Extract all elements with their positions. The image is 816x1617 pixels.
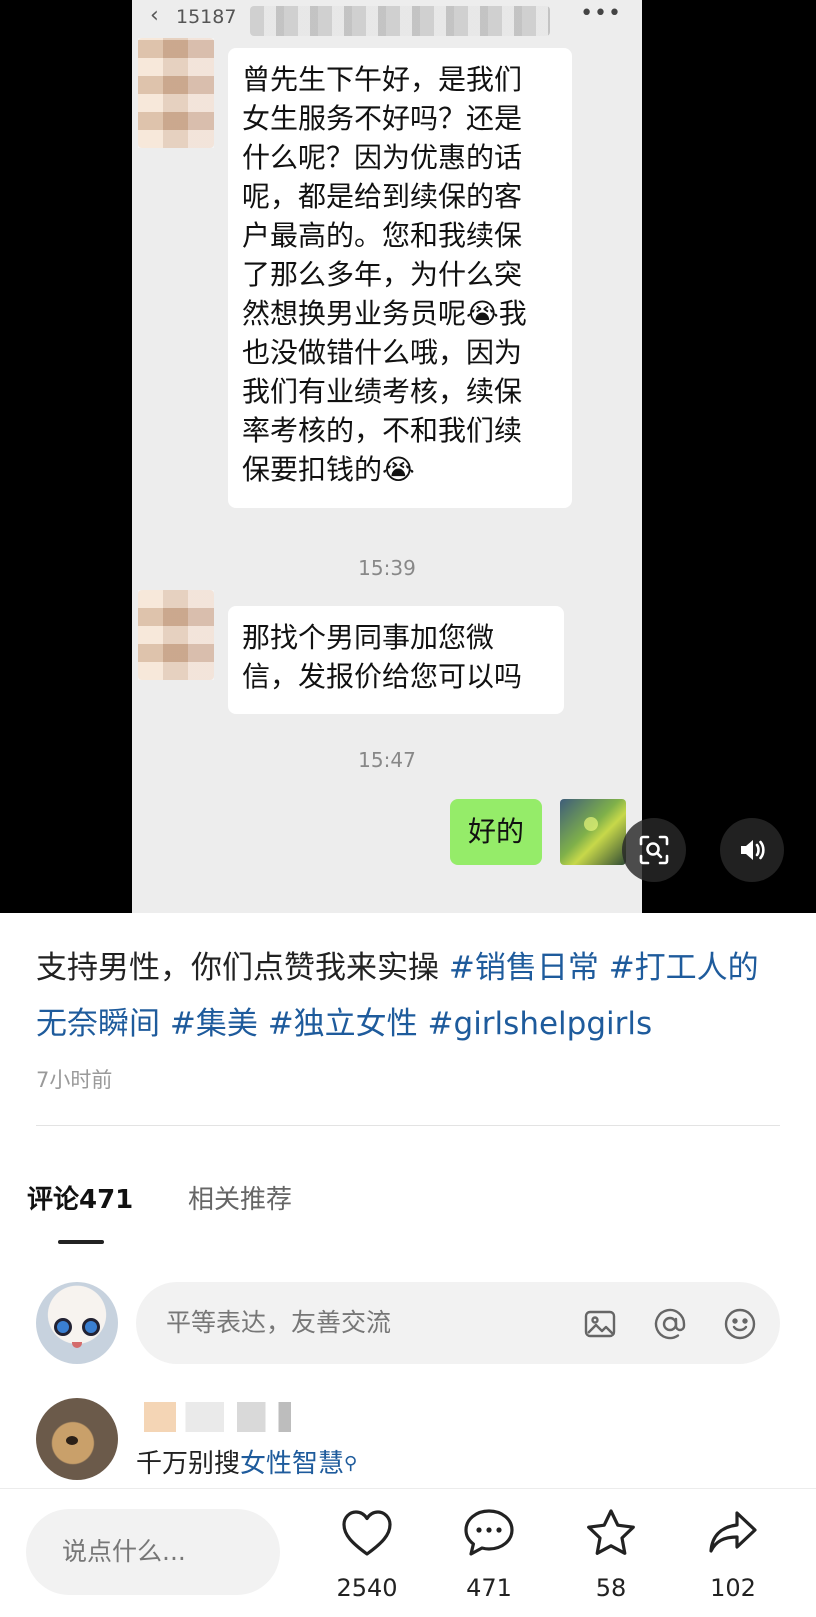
hashtag-link[interactable]: #girlshelpgirls	[428, 1006, 653, 1042]
comment-count: 471	[466, 1574, 512, 1602]
divider	[36, 1125, 780, 1126]
caption-text: 支持男性，你们点赞我来实操	[36, 950, 449, 986]
back-chevron-icon: ‹	[150, 3, 159, 28]
hashtag-link[interactable]: #独立女性	[268, 1006, 418, 1042]
sender-avatar	[560, 799, 626, 865]
favorite-count: 58	[595, 1574, 627, 1602]
blurred-commenter-name	[144, 1402, 304, 1432]
like-button[interactable]: 2540	[322, 1503, 412, 1613]
reply-input-placeholder: 说点什么...	[62, 1537, 186, 1566]
bottom-action-bar: 说点什么... 2540 471 58 102	[0, 1488, 816, 1617]
search-keyword-link[interactable]: 女性智慧	[240, 1449, 344, 1479]
post-caption: 支持男性，你们点赞我来实操 #销售日常 #打工人的无奈瞬间 #集美 #独立女性 …	[36, 940, 786, 1052]
blurred-contact-name	[250, 6, 550, 36]
reply-input[interactable]: 说点什么...	[26, 1509, 280, 1595]
chat-timestamp: 15:39	[358, 556, 416, 580]
image-search-button[interactable]	[622, 818, 686, 882]
speaker-icon	[741, 840, 765, 860]
star-icon	[587, 1509, 635, 1555]
post-timestamp: 7小时前	[36, 1068, 113, 1092]
comment-bubble-icon	[464, 1509, 514, 1556]
chat-screenshot: ‹ 15187 ••• 曾先生下午好，是我们 女生服务不好吗？还是 什么呢？因为…	[132, 0, 642, 913]
user-avatar[interactable]	[36, 1282, 118, 1364]
search-icon: ⚲	[344, 1453, 358, 1474]
share-count: 102	[710, 1574, 756, 1602]
mention-at-icon[interactable]	[650, 1304, 690, 1344]
blurred-avatar	[138, 38, 214, 148]
chat-header: ‹ 15187 •••	[132, 0, 642, 36]
chat-timestamp: 15:47	[358, 748, 416, 772]
outgoing-message-bubble: 好的	[450, 799, 542, 865]
hashtag-link[interactable]: #销售日常	[449, 950, 599, 986]
video-player[interactable]: ‹ 15187 ••• 曾先生下午好，是我们 女生服务不好吗？还是 什么呢？因为…	[0, 0, 816, 913]
tab-comments[interactable]: 评论471	[27, 1180, 133, 1220]
comment-input-placeholder: 平等表达，友善交流	[166, 1308, 392, 1337]
sound-toggle-button[interactable]	[720, 818, 784, 882]
scan-search-icon	[639, 835, 669, 865]
like-count: 2540	[336, 1574, 398, 1602]
chat-contact-number: 15187	[176, 6, 237, 28]
active-tab-indicator	[58, 1240, 104, 1244]
hashtag-link[interactable]: #集美	[170, 1006, 258, 1042]
image-icon[interactable]	[580, 1304, 620, 1344]
share-button[interactable]: 102	[688, 1503, 778, 1613]
heart-icon	[342, 1510, 392, 1556]
tab-related[interactable]: 相关推荐	[188, 1180, 292, 1220]
favorite-button[interactable]: 58	[566, 1503, 656, 1613]
commenter-avatar[interactable]	[36, 1398, 118, 1480]
post-detail-page: ‹ 15187 ••• 曾先生下午好，是我们 女生服务不好吗？还是 什么呢？因为…	[0, 0, 816, 1617]
more-dots-icon: •••	[580, 1, 622, 26]
share-arrow-icon	[709, 1511, 757, 1553]
blurred-avatar	[138, 590, 214, 680]
comment-text: 千万别搜女性智慧⚲	[136, 1449, 358, 1479]
emoji-icon[interactable]	[720, 1304, 760, 1344]
comment-input[interactable]: 平等表达，友善交流	[136, 1282, 780, 1364]
incoming-message-bubble: 曾先生下午好，是我们 女生服务不好吗？还是 什么呢？因为优惠的话 呢，都是给到续…	[228, 48, 572, 508]
comment-button[interactable]: 471	[444, 1503, 534, 1613]
incoming-message-bubble: 那找个男同事加您微 信，发报价给您可以吗	[228, 606, 564, 714]
